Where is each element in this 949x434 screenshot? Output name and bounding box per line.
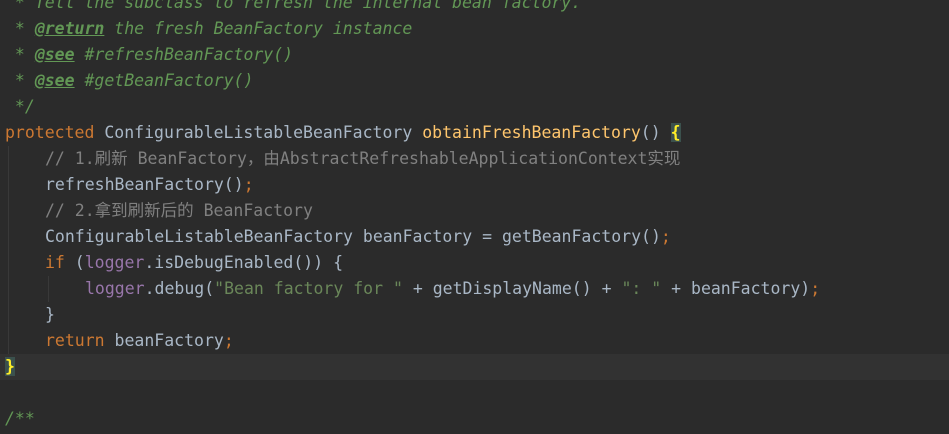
code-line[interactable]: * @see #getBeanFactory() bbox=[0, 68, 949, 94]
code-line[interactable]: if (logger.isDebugEnabled()) { bbox=[0, 250, 949, 276]
code-token: .isDebugEnabled()) { bbox=[144, 253, 344, 272]
code-token: logger bbox=[84, 253, 145, 272]
code-line-content: } bbox=[5, 305, 55, 324]
code-line[interactable]: * @return the fresh BeanFactory instance bbox=[0, 16, 949, 42]
code-line[interactable] bbox=[0, 380, 949, 406]
code-token: } bbox=[45, 305, 55, 324]
code-token: return bbox=[45, 331, 105, 350]
code-token: .debug( bbox=[144, 279, 215, 298]
code-token: + beanFactory) bbox=[661, 279, 811, 298]
code-token: * bbox=[5, 0, 35, 12]
code-token: ; bbox=[810, 279, 821, 298]
code-line[interactable]: // 2.拿到刷新后的 BeanFactory bbox=[0, 198, 949, 224]
code-line-content: */ bbox=[5, 97, 35, 116]
code-token: @see bbox=[34, 45, 75, 64]
code-token: ConfigurableListableBeanFactory bbox=[94, 123, 423, 142]
code-line[interactable]: refreshBeanFactory(); bbox=[0, 172, 949, 198]
indent-guide bbox=[8, 302, 9, 328]
code-token: the fresh BeanFactory instance bbox=[104, 19, 413, 38]
code-token: * bbox=[5, 45, 35, 64]
code-line-content: refreshBeanFactory(); bbox=[5, 175, 254, 194]
code-token: ; bbox=[243, 175, 254, 194]
code-token: protected bbox=[5, 123, 95, 142]
code-line-content: return beanFactory; bbox=[5, 331, 234, 350]
code-token: @return bbox=[34, 19, 105, 38]
code-token: ConfigurableListableBeanFactory beanFact… bbox=[45, 227, 661, 246]
indent-guide bbox=[8, 328, 9, 354]
code-line-content: if (logger.isDebugEnabled()) { bbox=[5, 253, 343, 272]
code-token: ( bbox=[64, 253, 85, 272]
code-line[interactable]: ConfigurableListableBeanFactory beanFact… bbox=[0, 224, 949, 250]
code-line-content: // 2.拿到刷新后的 BeanFactory bbox=[5, 201, 313, 220]
code-line[interactable]: /** bbox=[0, 406, 949, 432]
code-token: // 1.刷新 BeanFactory，由AbstractRefreshable… bbox=[45, 149, 681, 168]
code-token: } bbox=[5, 357, 15, 376]
code-token: #refreshBeanFactory() bbox=[74, 45, 294, 64]
code-token: ; bbox=[660, 227, 671, 246]
code-token: logger bbox=[85, 279, 145, 298]
code-line[interactable]: return beanFactory; bbox=[0, 328, 949, 354]
code-line[interactable]: * Tell the subclass to refresh the inter… bbox=[0, 0, 949, 16]
code-token: */ bbox=[5, 97, 35, 116]
code-line-content: * Tell the subclass to refresh the inter… bbox=[5, 0, 581, 12]
code-token: /** bbox=[5, 409, 35, 428]
code-line-content: * @see #refreshBeanFactory() bbox=[5, 45, 293, 64]
code-line-content: * @see #getBeanFactory() bbox=[5, 71, 253, 90]
code-line-content: protected ConfigurableListableBeanFactor… bbox=[5, 123, 681, 142]
code-token: refreshBeanFactory() bbox=[45, 175, 244, 194]
code-line[interactable]: */ bbox=[0, 94, 949, 120]
code-line[interactable]: } bbox=[0, 354, 949, 380]
code-line-content: /** bbox=[5, 409, 35, 428]
indent-guide bbox=[48, 276, 49, 302]
code-token: Tell the subclass to refresh the interna… bbox=[34, 0, 582, 12]
code-line[interactable]: * @see #refreshBeanFactory() bbox=[0, 42, 949, 68]
indent-guide bbox=[8, 250, 9, 276]
code-token: ; bbox=[223, 331, 234, 350]
code-token: // 2.拿到刷新后的 BeanFactory bbox=[45, 201, 313, 220]
code-line[interactable]: protected ConfigurableListableBeanFactor… bbox=[0, 120, 949, 146]
code-line-content: // 1.刷新 BeanFactory，由AbstractRefreshable… bbox=[5, 149, 680, 168]
indent-guide bbox=[8, 224, 9, 250]
code-token: "Bean factory for " bbox=[214, 279, 403, 298]
code-token: @see bbox=[34, 71, 75, 90]
indent-guide bbox=[8, 276, 9, 302]
code-line-content: ConfigurableListableBeanFactory beanFact… bbox=[5, 227, 671, 246]
code-line[interactable]: } bbox=[0, 302, 949, 328]
code-line[interactable]: logger.debug("Bean factory for " + getDi… bbox=[0, 276, 949, 302]
code-token: * bbox=[5, 71, 35, 90]
code-token: { bbox=[670, 123, 681, 142]
code-line[interactable]: // 1.刷新 BeanFactory，由AbstractRefreshable… bbox=[0, 146, 949, 172]
code-line-content: * @return the fresh BeanFactory instance bbox=[5, 19, 412, 38]
code-token: + getDisplayName() + bbox=[402, 279, 622, 298]
indent-guide bbox=[8, 172, 9, 198]
code-token: #getBeanFactory() bbox=[74, 71, 254, 90]
code-line-content: } bbox=[5, 357, 15, 376]
code-token: * bbox=[5, 19, 35, 38]
code-token: beanFactory bbox=[104, 331, 224, 350]
indent-guide bbox=[8, 146, 9, 172]
code-token: ": " bbox=[621, 279, 662, 298]
code-editor[interactable]: * Tell the subclass to refresh the inter… bbox=[0, 0, 949, 434]
code-token: () bbox=[640, 123, 671, 142]
code-token: if bbox=[45, 253, 65, 272]
code-token: obtainFreshBeanFactory bbox=[422, 123, 641, 142]
code-line-content: logger.debug("Bean factory for " + getDi… bbox=[5, 279, 820, 298]
indent-guide bbox=[8, 198, 9, 224]
